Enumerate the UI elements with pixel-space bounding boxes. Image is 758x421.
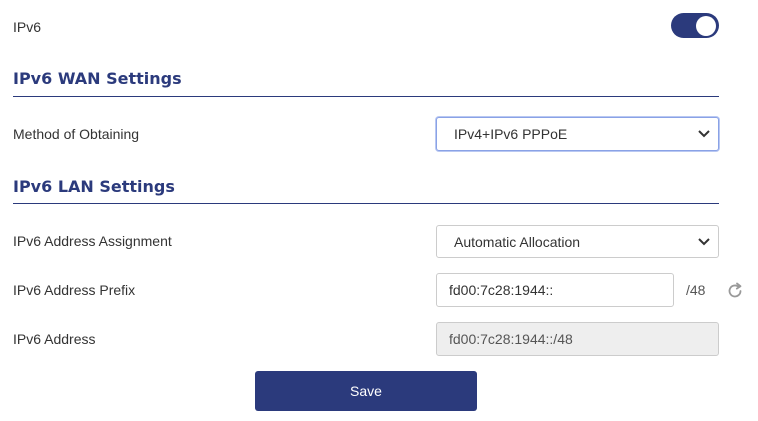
prefix-input[interactable]: fd00:7c28:1944::: [436, 273, 674, 307]
assignment-select[interactable]: Automatic Allocation: [436, 225, 719, 258]
ipv6-label: IPv6: [13, 19, 42, 35]
refresh-icon[interactable]: [725, 281, 745, 301]
chevron-down-icon: [698, 237, 710, 245]
method-select-value: IPv4+IPv6 PPPoE: [454, 126, 568, 142]
prefix-input-value: fd00:7c28:1944::: [449, 282, 554, 298]
assignment-select-value: Automatic Allocation: [454, 233, 581, 250]
method-label: Method of Obtaining: [13, 126, 140, 142]
address-field-value: fd00:7c28:1944::/48: [449, 331, 573, 347]
method-select[interactable]: IPv4+IPv6 PPPoE: [436, 117, 719, 151]
wan-divider: [13, 96, 719, 97]
chevron-down-icon: [698, 130, 710, 138]
address-label: IPv6 Address: [13, 331, 96, 347]
prefix-label: IPv6 Address Prefix: [13, 282, 136, 298]
save-button[interactable]: Save: [255, 371, 477, 411]
assignment-label: IPv6 Address Assignment: [13, 233, 172, 249]
lan-divider: [13, 203, 719, 204]
prefix-length-suffix: /48: [686, 282, 706, 298]
toggle-knob: [696, 15, 716, 36]
lan-section-title: IPv6 LAN Settings: [13, 177, 175, 196]
wan-section-title: IPv6 WAN Settings: [13, 69, 182, 88]
ipv6-toggle[interactable]: [671, 13, 719, 38]
address-field: fd00:7c28:1944::/48: [436, 322, 719, 356]
